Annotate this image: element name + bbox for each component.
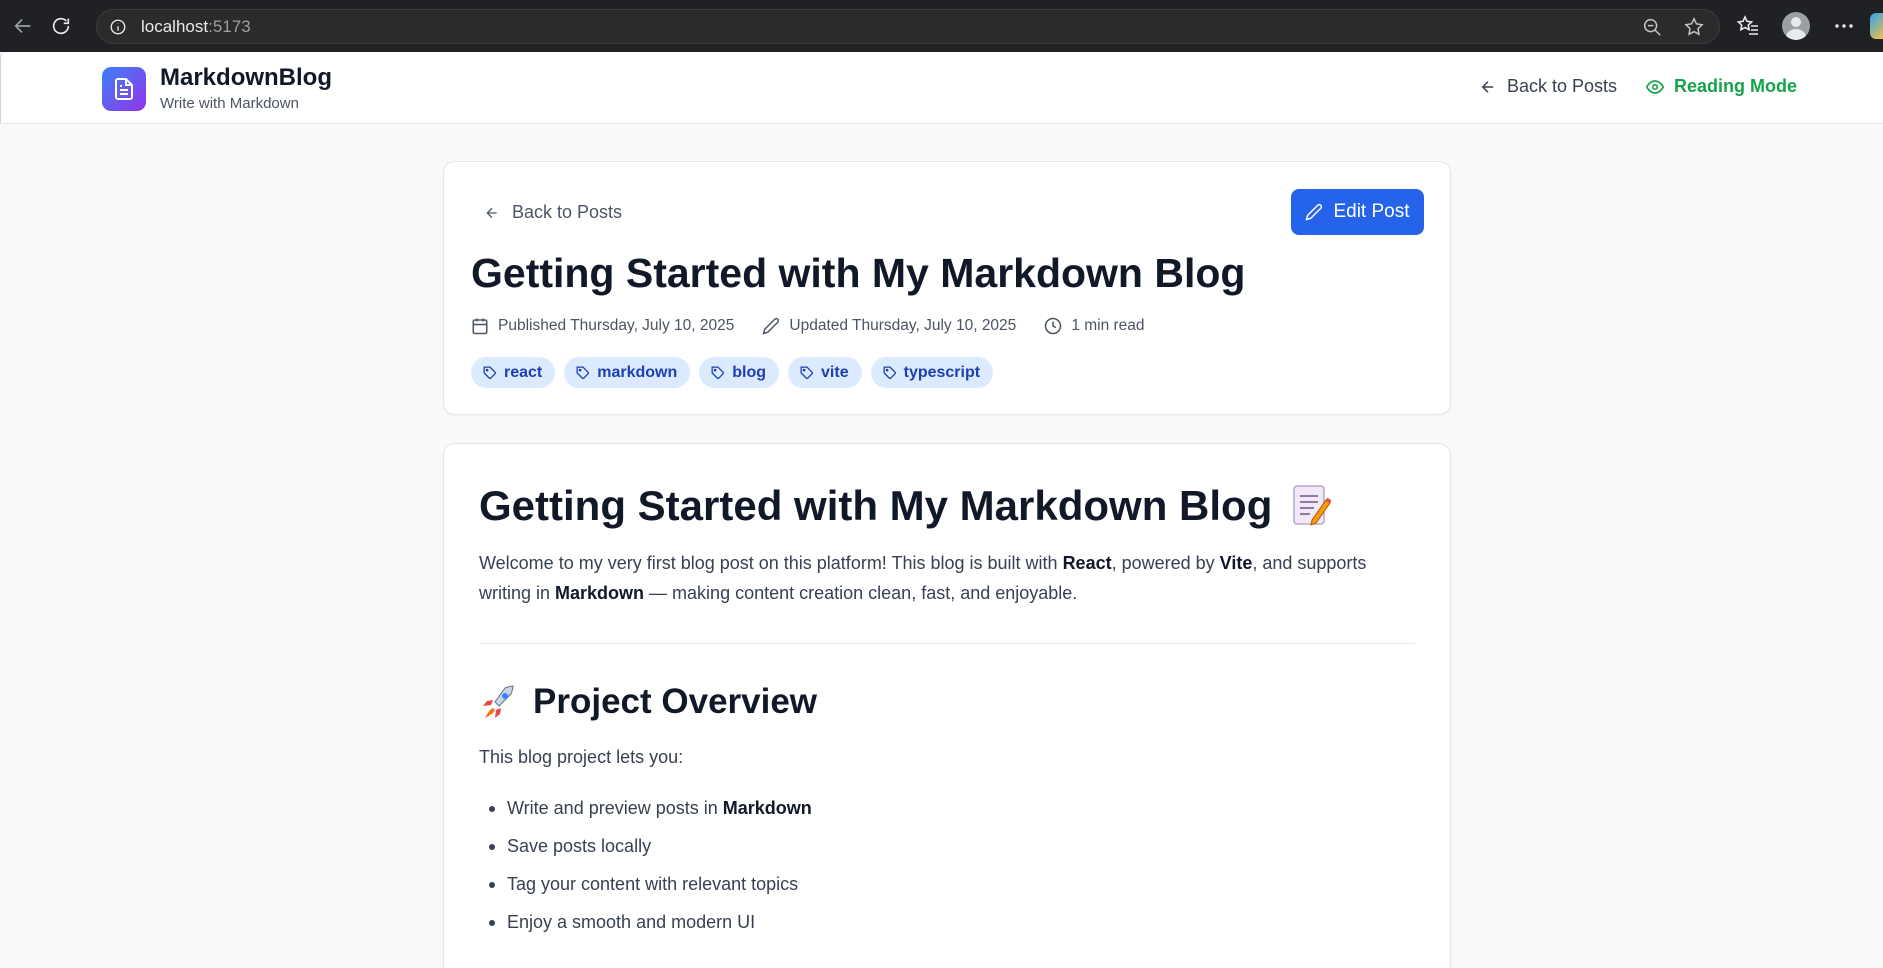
tag-icon bbox=[711, 366, 725, 379]
section-heading-text: Project Overview bbox=[533, 682, 818, 721]
back-arrow-icon[interactable] bbox=[8, 11, 38, 41]
tag-typescript[interactable]: typescript bbox=[870, 357, 994, 388]
info-icon[interactable] bbox=[109, 18, 127, 36]
document-logo-icon[interactable] bbox=[102, 67, 146, 111]
favorite-star-icon[interactable] bbox=[1683, 16, 1705, 38]
feature-list: Write and preview posts in Markdown Save… bbox=[479, 796, 812, 948]
tag-label: blog bbox=[732, 363, 767, 381]
header-back-to-posts-link[interactable]: Back to Posts bbox=[1479, 76, 1617, 97]
intro-paragraph: Welcome to my very first blog post on th… bbox=[479, 553, 1367, 603]
app-header: MarkdownBlog Write with Markdown Back to… bbox=[0, 52, 1883, 124]
tag-list: react markdown blog vite typescript bbox=[471, 357, 994, 388]
arrow-left-icon bbox=[1481, 80, 1494, 93]
tag-markdown[interactable]: markdown bbox=[564, 357, 691, 388]
tag-icon bbox=[800, 366, 814, 379]
url-text: localhost:5173 bbox=[141, 16, 251, 36]
tag-icon bbox=[576, 366, 590, 379]
post-title: Getting Started with My Markdown Blog bbox=[471, 250, 1246, 296]
list-item: Enjoy a smooth and modern UI bbox=[479, 910, 812, 948]
divider bbox=[479, 643, 1415, 644]
arrow-left-icon bbox=[486, 207, 497, 218]
more-menu-icon[interactable] bbox=[1832, 14, 1856, 38]
published-date: Published Thursday, July 10, 2025 bbox=[498, 317, 735, 334]
tag-label: vite bbox=[821, 363, 849, 381]
post-meta: Published Thursday, July 10, 2025 Update… bbox=[471, 317, 1173, 335]
pencil-icon bbox=[1305, 203, 1323, 221]
pencil-icon bbox=[762, 317, 780, 335]
list-item: Save posts locally bbox=[479, 834, 812, 872]
favorites-list-icon[interactable] bbox=[1736, 14, 1760, 38]
reload-icon[interactable] bbox=[46, 11, 76, 41]
calendar-icon bbox=[472, 318, 488, 335]
brand-subtitle: Write with Markdown bbox=[160, 95, 299, 112]
address-bar[interactable]: localhost:5173 bbox=[96, 9, 1720, 44]
tag-label: markdown bbox=[597, 363, 678, 381]
back-to-posts-label: Back to Posts bbox=[512, 202, 623, 222]
section-heading: Project Overview bbox=[479, 682, 817, 722]
browser-toolbar: localhost:5173 bbox=[0, 0, 1883, 52]
updated-date: Updated Thursday, July 10, 2025 bbox=[789, 317, 1017, 334]
eye-icon bbox=[1646, 79, 1664, 94]
tag-vite[interactable]: vite bbox=[788, 357, 862, 388]
tag-label: react bbox=[504, 363, 543, 381]
tag-blog[interactable]: blog bbox=[699, 357, 780, 388]
edit-post-label: Edit Post bbox=[1333, 201, 1410, 222]
list-item: Write and preview posts in Markdown bbox=[479, 796, 812, 834]
reading-mode-label: Reading Mode bbox=[1674, 76, 1798, 96]
brand-title[interactable]: MarkdownBlog bbox=[160, 64, 332, 92]
post-content-card: Getting Started with My Markdown Blog We… bbox=[443, 443, 1451, 968]
content-heading: Getting Started with My Markdown Blog bbox=[479, 482, 1332, 530]
tag-icon bbox=[483, 366, 496, 379]
edit-post-button[interactable]: Edit Post bbox=[1291, 189, 1424, 235]
copilot-icon[interactable] bbox=[1870, 13, 1883, 39]
tag-label: typescript bbox=[903, 363, 981, 381]
tag-react[interactable]: react bbox=[471, 357, 556, 388]
zoom-out-icon[interactable] bbox=[1641, 16, 1663, 38]
read-time: 1 min read bbox=[1071, 317, 1145, 334]
list-item: Tag your content with relevant topics bbox=[479, 872, 812, 910]
tag-icon bbox=[883, 366, 896, 379]
profile-avatar[interactable] bbox=[1782, 12, 1810, 40]
back-to-posts-link[interactable]: Back to Posts bbox=[484, 202, 622, 223]
clock-icon bbox=[1045, 317, 1062, 335]
rocket-icon bbox=[483, 685, 514, 718]
header-back-label: Back to Posts bbox=[1507, 76, 1618, 96]
post-header-card: Back to Posts Edit Post Getting Started … bbox=[443, 161, 1451, 415]
memo-pencil-icon bbox=[1293, 485, 1332, 526]
reading-mode-button[interactable]: Reading Mode bbox=[1646, 76, 1797, 97]
content-heading-text: Getting Started with My Markdown Blog bbox=[479, 482, 1273, 529]
paragraph: This blog project lets you: bbox=[479, 747, 684, 767]
